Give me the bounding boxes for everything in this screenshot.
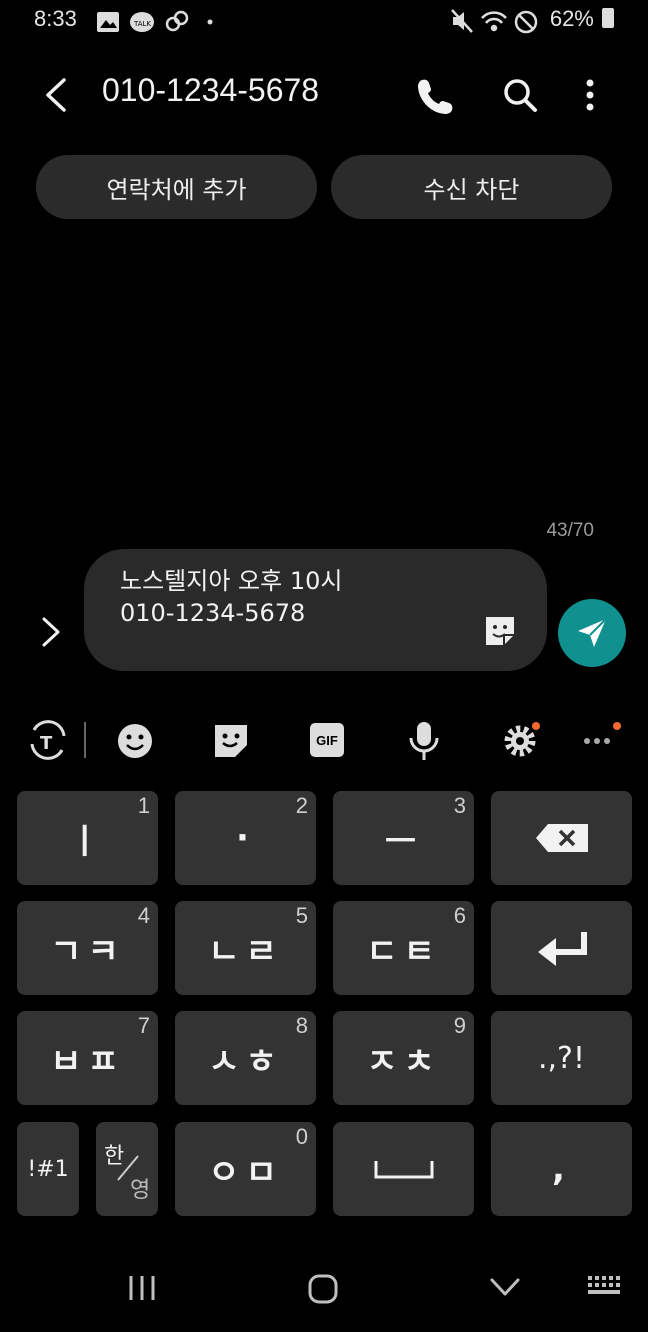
key-0[interactable]: 0 ㅇㅁ: [175, 1122, 316, 1216]
key-7[interactable]: 7 ㅂㅍ: [17, 1011, 158, 1105]
sticker-icon[interactable]: [482, 613, 518, 649]
send-button[interactable]: [558, 599, 626, 667]
mic-icon[interactable]: [406, 720, 442, 762]
dot-icon: [207, 19, 213, 25]
battery-icon: [602, 8, 614, 28]
kakaotalk-icon: TALK: [130, 12, 154, 32]
emoji-icon[interactable]: [116, 722, 154, 760]
status-time: 8:33: [34, 6, 77, 31]
blocked-icon: [514, 10, 538, 34]
enter-icon: [537, 932, 587, 966]
send-icon: [578, 618, 607, 647]
space-icon: [374, 1161, 433, 1179]
key-4[interactable]: 4 ㄱㅋ: [17, 901, 158, 995]
space-key[interactable]: [333, 1122, 474, 1216]
gallery-icon: [97, 12, 119, 32]
settings-icon[interactable]: [500, 720, 542, 762]
more-options-icon[interactable]: [582, 78, 598, 112]
key-9[interactable]: 9 ㅈㅊ: [333, 1011, 474, 1105]
key-2[interactable]: 2 ·: [175, 791, 316, 885]
key-3[interactable]: 3 ㅡ: [333, 791, 474, 885]
svg-text:TALK: TALK: [133, 20, 151, 28]
block-number-button[interactable]: 수신 차단: [331, 155, 612, 219]
message-input[interactable]: 노스텔지아 오후 10시 010-1234-5678: [84, 549, 547, 671]
hide-keyboard-icon[interactable]: [488, 1272, 522, 1302]
back-icon[interactable]: [42, 76, 72, 114]
mute-icon: [451, 9, 473, 33]
more-tools-icon[interactable]: [580, 720, 624, 760]
key-8[interactable]: 8 ㅅㅎ: [175, 1011, 316, 1105]
home-icon[interactable]: [306, 1272, 340, 1306]
punctuation-key[interactable]: .,?!: [491, 1011, 632, 1105]
search-icon[interactable]: [502, 77, 538, 113]
status-left-icons: TALK: [97, 10, 213, 32]
battery-percent: 62%: [550, 6, 614, 32]
key-6[interactable]: 6 ㄷㅌ: [333, 901, 474, 995]
call-icon[interactable]: [414, 76, 454, 114]
char-counter: 43/70: [546, 520, 594, 541]
conversation-title: 010-1234-5678: [102, 72, 320, 108]
add-contact-button[interactable]: 연락처에 추가: [36, 155, 317, 219]
wifi-icon: [481, 11, 507, 32]
backspace-icon: [535, 824, 588, 852]
message-line: 노스텔지아 오후 10시: [120, 567, 343, 595]
enter-key[interactable]: [491, 901, 632, 995]
backspace-key[interactable]: [491, 791, 632, 885]
recents-icon[interactable]: [126, 1272, 158, 1304]
comma-key[interactable]: ,: [491, 1122, 632, 1216]
gif-icon[interactable]: GIF: [310, 723, 344, 757]
key-5[interactable]: 5 ㄴㄹ: [175, 901, 316, 995]
link-icon: [165, 10, 189, 32]
language-switch-key[interactable]: 한 영: [96, 1122, 158, 1216]
translate-icon[interactable]: T: [26, 720, 70, 762]
svg-text:T: T: [40, 733, 53, 754]
toolbar-divider: [84, 722, 86, 758]
key-1[interactable]: 1 ㅣ: [17, 791, 158, 885]
symbols-key[interactable]: !#1: [17, 1122, 79, 1216]
keyboard-switch-icon[interactable]: [586, 1272, 624, 1302]
sticker-toolbar-icon[interactable]: [212, 722, 250, 760]
expand-chevron-icon[interactable]: [38, 616, 64, 648]
